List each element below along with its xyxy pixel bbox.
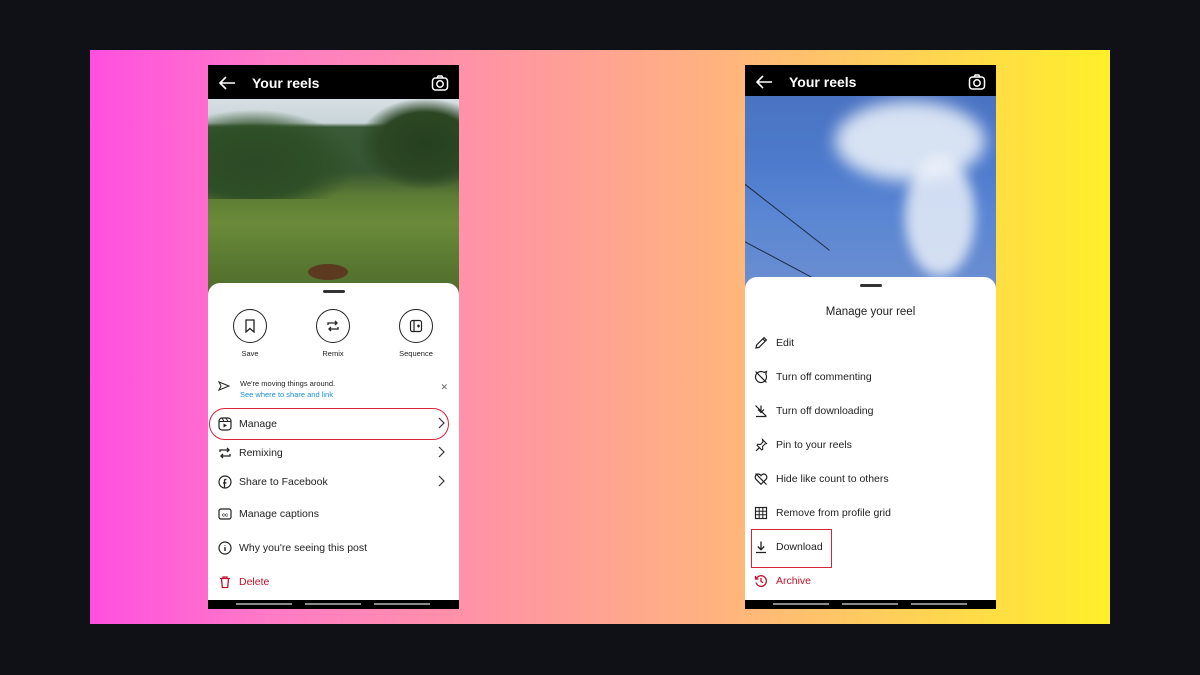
pencil-icon (755, 336, 768, 349)
comment-off-icon (754, 370, 768, 384)
heart-off-icon (754, 473, 768, 486)
menu-item-manage-captions[interactable]: cc Manage captions (208, 500, 459, 528)
menu-item-label: Turn off commenting (776, 371, 872, 383)
chevron-right-icon (438, 446, 445, 458)
info-icon (218, 541, 232, 555)
sequence-button[interactable]: Sequence (386, 309, 446, 358)
bookmark-icon (245, 319, 255, 333)
grid-icon (754, 506, 768, 520)
menu-item-pin[interactable]: Pin to your reels (745, 431, 996, 459)
remix-icon (219, 447, 231, 459)
pin-icon (755, 438, 768, 452)
menu-item-share-facebook[interactable]: Share to Facebook (208, 468, 459, 496)
save-button[interactable]: Save (220, 309, 280, 358)
page-title: Your reels (789, 74, 857, 90)
back-arrow-icon[interactable] (218, 75, 236, 91)
remix-icon (327, 320, 339, 332)
menu-item-label: Archive (776, 575, 812, 587)
options-sheet: Save Remix Sequence We're moving things … (208, 283, 459, 600)
menu-item-label: Share to Facebook (239, 476, 328, 488)
quick-actions: Save Remix Sequence (208, 309, 459, 365)
trash-icon (220, 576, 230, 589)
menu-item-label: Why you're seeing this post (239, 542, 368, 554)
notice-message: We're moving things around. (240, 379, 336, 388)
menu-item-label: Hide like count to others (776, 473, 889, 485)
back-arrow-icon[interactable] (755, 74, 773, 90)
download-off-icon (755, 405, 767, 418)
menu-item-archive[interactable]: Archive (745, 567, 996, 595)
menu-item-why-seeing[interactable]: Why you're seeing this post (208, 534, 459, 562)
close-icon[interactable]: ✕ (440, 382, 448, 393)
menu-item-remixing[interactable]: Remixing (208, 439, 459, 467)
sheet-handle[interactable] (859, 284, 882, 287)
phone-screen-left: Your reels Save Remix Sequence We're mov… (208, 65, 459, 609)
moving-notice: We're moving things around. See where to… (218, 379, 448, 403)
remix-button[interactable]: Remix (303, 309, 363, 358)
menu-item-label: Turn off downloading (776, 405, 874, 417)
menu-item-delete[interactable]: Delete (208, 568, 459, 596)
sheet-handle[interactable] (322, 290, 345, 293)
menu-item-remove-from-grid[interactable]: Remove from profile grid (745, 499, 996, 527)
remix-label: Remix (322, 349, 344, 358)
camera-icon[interactable] (968, 73, 986, 91)
menu-item-turn-off-downloading[interactable]: Turn off downloading (745, 397, 996, 425)
reel-video-preview[interactable] (208, 99, 459, 299)
menu-item-edit[interactable]: Edit (745, 329, 996, 357)
phone-screen-right: Your reels Manage your reel Edit Turn of… (745, 65, 996, 609)
system-nav-bar (208, 600, 459, 609)
download-highlight-outline (751, 529, 832, 568)
svg-text:cc: cc (222, 513, 228, 519)
sequence-icon (409, 319, 423, 333)
system-nav-bar (745, 600, 996, 609)
camera-icon[interactable] (431, 74, 449, 92)
sequence-label: Sequence (399, 349, 433, 358)
manage-highlight-outline (209, 408, 449, 440)
menu-item-label: Remixing (239, 447, 283, 459)
menu-item-label: Delete (239, 576, 270, 588)
top-bar: Your reels (208, 65, 459, 101)
menu-item-label: Manage captions (239, 508, 319, 520)
chevron-right-icon (438, 475, 445, 487)
menu-item-turn-off-commenting[interactable]: Turn off commenting (745, 363, 996, 391)
menu-item-hide-like-count[interactable]: Hide like count to others (745, 465, 996, 493)
facebook-icon (218, 475, 232, 489)
captions-icon: cc (218, 508, 232, 520)
send-icon (218, 381, 230, 391)
sheet-title: Manage your reel (825, 306, 916, 318)
menu-item-label: Edit (776, 337, 795, 349)
reel-video-preview[interactable] (745, 96, 996, 296)
page-title: Your reels (252, 75, 320, 91)
menu-item-label: Pin to your reels (776, 439, 852, 451)
archive-icon (754, 575, 768, 587)
notice-link[interactable]: See where to share and link (240, 390, 333, 399)
save-label: Save (241, 349, 259, 358)
menu-item-label: Remove from profile grid (776, 507, 891, 519)
